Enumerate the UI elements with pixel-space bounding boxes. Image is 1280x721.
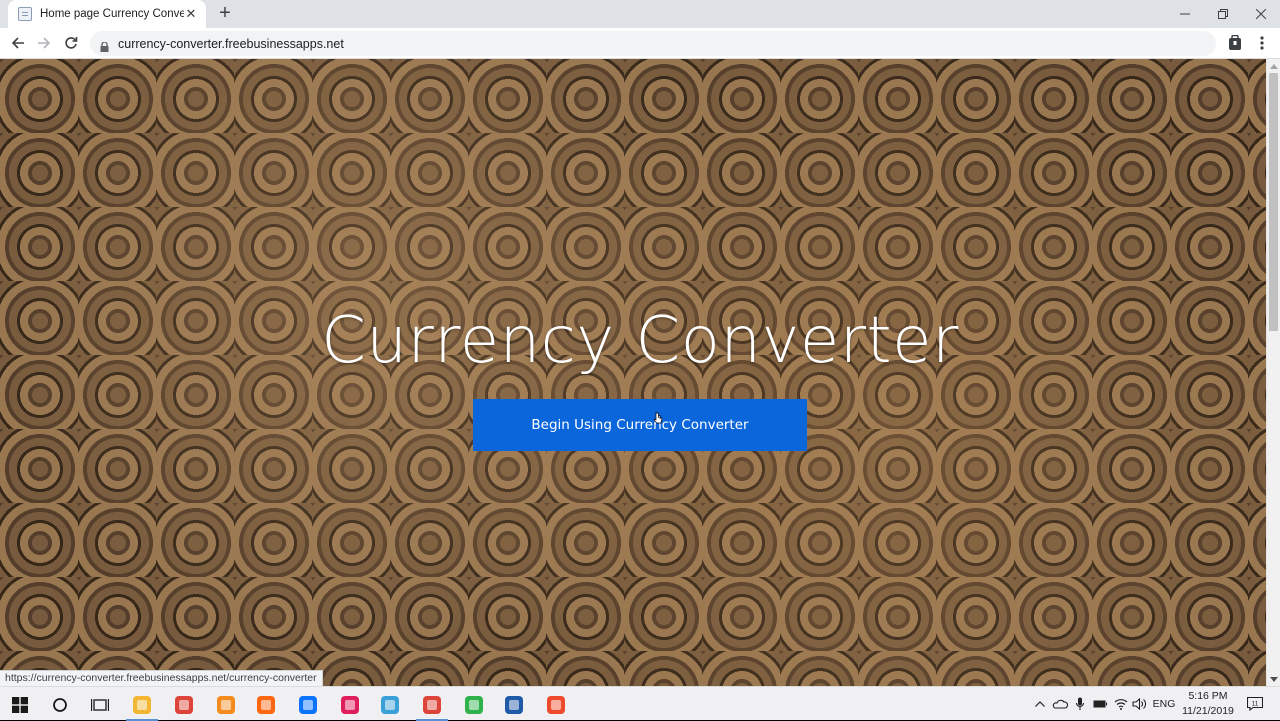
firefox-icon[interactable] [246,689,286,721]
page-scrollbar[interactable] [1266,59,1280,686]
visual-studio-icon[interactable] [494,689,534,721]
scrollbar-thumb[interactable] [1269,73,1278,331]
coins-background-image: Currency Converter Begin Using Currency … [0,59,1266,686]
visual-studio-icon-glyph [505,696,523,714]
chrome-active-icon-glyph [423,696,441,714]
notification-count: 11 [1252,701,1259,708]
chrome-active-icon[interactable] [412,689,452,721]
mouse-cursor-icon [653,412,663,424]
extension-icon[interactable] [1224,32,1246,54]
cortana-search-icon[interactable] [40,689,80,721]
begin-using-button[interactable]: Begin Using Currency Converter [473,399,807,451]
page-title: Currency Converter [321,304,959,378]
close-tab-icon[interactable]: ✕ [184,6,198,22]
tab-title: Home page Currency Converter [40,8,184,20]
page-viewport: Currency Converter Begin Using Currency … [0,59,1280,686]
file-explorer-icon-glyph [133,696,151,714]
browser-tab[interactable]: Home page Currency Converter ✕ [8,0,206,28]
back-icon[interactable] [6,32,30,54]
address-bar[interactable]: currency-converter.freebusinessapps.net [90,31,1216,56]
tab-strip: Home page Currency Converter ✕ + [0,0,1280,28]
zalo-icon-glyph [299,696,317,714]
link-status-bubble: https://currency-converter.freebusinessa… [0,670,323,686]
url-text: currency-converter.freebusinessapps.net [118,36,344,51]
slack-icon[interactable] [330,689,370,721]
onedrive-icon[interactable] [1052,687,1068,721]
clock-time: 5:16 PM [1188,690,1228,702]
menu-kebab-icon[interactable] [1251,32,1273,54]
windows-start-icon[interactable] [0,689,40,721]
sublime-text-icon[interactable] [206,689,246,721]
camtasia-icon[interactable] [454,689,494,721]
input-language[interactable]: ENG [1150,687,1178,721]
camtasia-recorder-icon-glyph [547,696,565,714]
task-view-icon[interactable] [80,689,120,721]
system-clock[interactable]: 5:16 PM 11/21/2019 [1176,689,1240,719]
new-tab-button[interactable]: + [214,2,236,24]
volume-icon[interactable] [1130,687,1148,721]
reload-icon[interactable] [59,32,83,54]
file-explorer-icon[interactable] [122,689,162,721]
paint-icon[interactable] [370,689,410,721]
browser-toolbar: currency-converter.freebusinessapps.net [0,28,1280,59]
windows-taskbar: ENG 5:16 PM 11/21/2019 11 [0,686,1280,721]
microphone-icon[interactable] [1072,687,1088,721]
slack-icon-glyph [341,696,359,714]
firefox-icon-glyph [257,696,275,714]
close-window-icon[interactable] [1242,0,1280,28]
lock-icon[interactable] [100,39,109,52]
paint-icon-glyph [381,696,399,714]
zalo-icon[interactable] [288,689,328,721]
chrome-icon-glyph [175,696,193,714]
minimize-icon[interactable] [1166,0,1204,28]
restore-icon[interactable] [1204,0,1242,28]
wifi-icon[interactable] [1112,687,1130,721]
camtasia-recorder-icon[interactable] [536,689,576,721]
page-favicon-icon [18,7,32,21]
scroll-down-icon[interactable] [1270,677,1278,682]
action-center-icon[interactable]: 11 [1242,687,1268,721]
camtasia-icon-glyph [465,696,483,714]
clock-date: 11/21/2019 [1182,705,1234,717]
show-hidden-icons-icon[interactable] [1032,687,1048,721]
sublime-text-icon-glyph [217,696,235,714]
chrome-icon[interactable] [164,689,204,721]
scroll-up-icon[interactable] [1270,64,1278,69]
forward-icon[interactable] [32,32,56,54]
battery-icon[interactable] [1090,687,1110,721]
